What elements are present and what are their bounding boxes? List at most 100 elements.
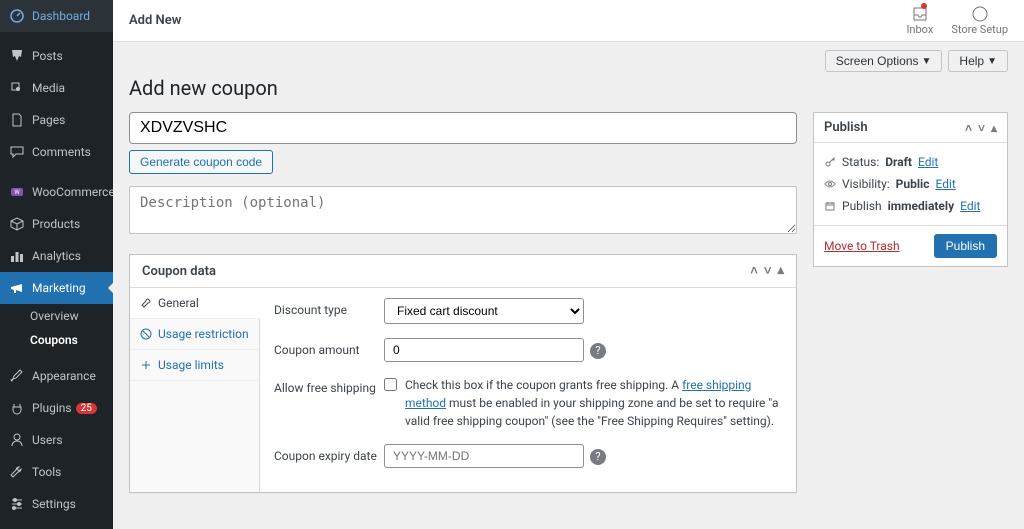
plug-icon [8,399,26,417]
free-shipping-checkbox[interactable] [384,378,397,391]
expiry-input[interactable] [384,444,584,468]
visibility-label: Visibility: [842,177,890,191]
sliders-icon [8,495,26,513]
sidebar-item-appearance[interactable]: Appearance [0,360,113,392]
publish-title: Publish [824,120,868,135]
status-label: Status: [842,155,879,169]
free-shipping-label: Allow free shipping [274,376,384,395]
sidebar-item-analytics[interactable]: Analytics [0,240,113,272]
sidebar-item-label: Products [32,217,80,231]
chevron-up-icon[interactable]: ˄ [965,121,972,135]
calendar-icon [824,200,836,212]
dashboard-icon [8,7,26,25]
sidebar-item-users[interactable]: Users [0,424,113,456]
chevron-up-icon[interactable]: ˄ [750,263,758,279]
media-icon [8,79,26,97]
topbar: Add New Inbox Store Setup [113,0,1024,42]
svg-text:W: W [14,189,20,196]
postbox-title: Coupon data [142,264,216,279]
sidebar-item-label: Media [32,81,65,95]
publish-box: Publish ˄ ˅ ▴ Status: Draft [813,112,1008,267]
submenu-overview[interactable]: Overview [0,304,113,328]
tab-label: Usage restriction [158,327,249,341]
user-icon [8,431,26,449]
chevron-down-icon[interactable]: ˅ [978,121,985,135]
publish-button[interactable]: Publish [934,234,997,258]
sidebar-item-woocommerce[interactable]: WWooCommerce [0,176,113,208]
edit-status-link[interactable]: Edit [918,155,938,169]
sidebar-item-label: Appearance [32,369,96,383]
sidebar-item-marketing[interactable]: Marketing [0,272,113,304]
expiry-label: Coupon expiry date [274,444,384,463]
generate-coupon-button[interactable]: Generate coupon code [129,150,273,174]
tab-general[interactable]: General [130,288,259,319]
submenu-coupons[interactable]: Coupons [0,328,113,352]
sidebar-item-comments[interactable]: Comments [0,136,113,168]
plugin-update-badge: 25 [76,403,97,414]
free-shipping-text: Check this box if the coupon grants free… [405,376,782,430]
sidebar-item-plugins[interactable]: Plugins 25 [0,392,113,424]
sidebar-item-label: Users [32,433,63,447]
sidebar-item-label: Dashboard [32,9,90,23]
tab-usage-restriction[interactable]: Usage restriction [130,319,259,350]
chevron-down-icon: ▼ [922,56,932,67]
sidebar-item-posts[interactable]: Posts [0,40,113,72]
sidebar-item-label: Tools [32,465,61,479]
plus-icon [140,359,152,371]
publish-date-label: Publish [842,199,882,213]
wrench-icon [8,463,26,481]
sidebar-item-label: Marketing [32,281,86,295]
bars-icon [8,247,26,265]
coupon-amount-input[interactable] [384,338,584,362]
description-textarea[interactable] [129,186,797,234]
move-to-trash-link[interactable]: Move to Trash [824,239,900,253]
sidebar-item-media[interactable]: Media [0,72,113,104]
screen-options-button[interactable]: Screen Options▼ [825,50,943,72]
chevron-up-icon[interactable]: ▴ [777,263,784,279]
tab-label: Usage limits [158,358,224,372]
visibility-value: Public [896,177,930,191]
chevron-up-icon[interactable]: ▴ [991,121,997,135]
discount-type-label: Discount type [274,298,384,317]
edit-visibility-link[interactable]: Edit [935,177,955,191]
admin-sidebar: Dashboard Posts Media Pages Comments WWo… [0,0,113,529]
sidebar-item-products[interactable]: Products [0,208,113,240]
sidebar-item-label: Settings [32,497,76,511]
brush-icon [8,367,26,385]
breadcrumb: Add New [129,13,181,28]
inbox-button[interactable]: Inbox [906,5,933,36]
sidebar-item-pages[interactable]: Pages [0,104,113,136]
box-icon [8,215,26,233]
circle-icon [971,5,989,23]
pin-icon [8,47,26,65]
wrench-icon [140,297,152,309]
sidebar-item-label: Plugins [32,401,72,415]
sidebar-item-label: Comments [32,145,91,159]
chevron-down-icon: ▼ [987,56,997,67]
discount-type-select[interactable]: Fixed cart discount [384,298,584,324]
button-label: Help [959,54,984,68]
page-title: Add new coupon [129,76,1008,100]
topbar-label: Inbox [906,23,933,36]
topbar-label: Store Setup [951,23,1008,36]
sidebar-item-dashboard[interactable]: Dashboard [0,0,113,32]
coupon-code-input[interactable] [129,112,797,144]
ban-icon [140,328,152,340]
comment-icon [8,143,26,161]
coupon-data-box: Coupon data ˄ ˅ ▴ General Usage restrict… [129,254,797,493]
help-button[interactable]: Help▼ [948,50,1008,72]
status-value: Draft [885,155,912,169]
edit-publish-link[interactable]: Edit [960,199,980,213]
store-setup-button[interactable]: Store Setup [951,5,1008,36]
help-icon[interactable]: ? [590,343,606,359]
megaphone-icon [8,279,26,297]
coupon-amount-label: Coupon amount [274,338,384,357]
chevron-down-icon[interactable]: ˅ [764,263,772,279]
tab-usage-limits[interactable]: Usage limits [130,350,259,381]
page-icon [8,111,26,129]
help-icon[interactable]: ? [590,449,606,465]
sidebar-item-label: Analytics [32,249,81,263]
sidebar-item-tools[interactable]: Tools [0,456,113,488]
key-icon [824,156,836,168]
sidebar-item-settings[interactable]: Settings [0,488,113,520]
